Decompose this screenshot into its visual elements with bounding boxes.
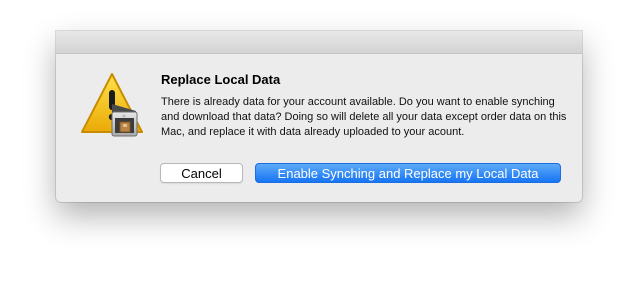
warning-store-icon (79, 71, 145, 137)
alert-message: There is already data for your account a… (161, 96, 567, 138)
alert-sheet: Replace Local Data There is already data… (56, 31, 582, 202)
cancel-button[interactable]: Cancel (160, 163, 243, 183)
enable-syncing-button[interactable]: Enable Synching and Replace my Local Dat… (255, 163, 561, 183)
window-titlebar (56, 31, 582, 54)
alert-title: Replace Local Data (161, 72, 281, 87)
